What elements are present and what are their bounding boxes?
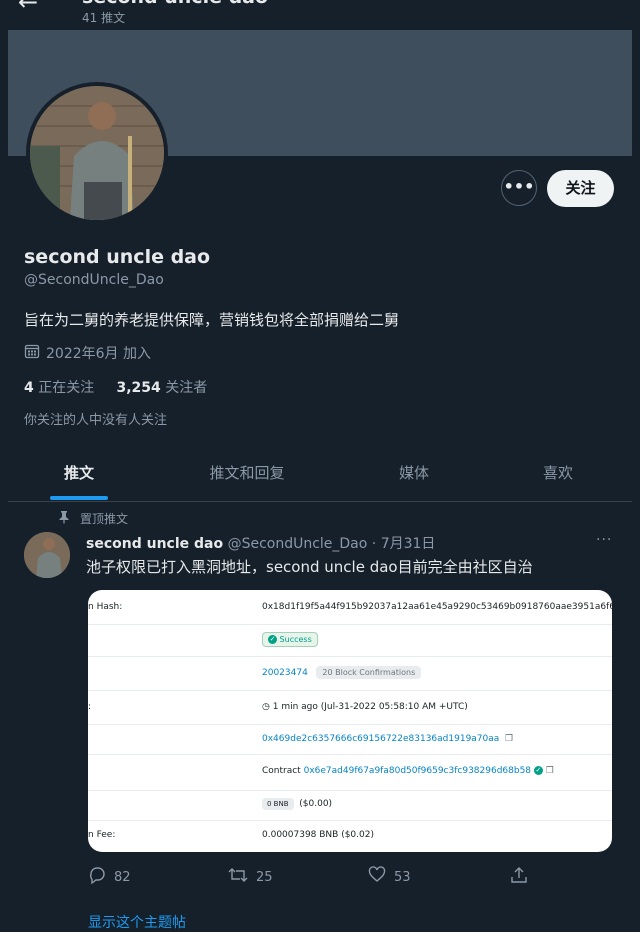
joined-date: 2022年6月 加入 [24,343,151,363]
tab-likes[interactable]: 喜欢 [518,452,598,500]
profile-handle: @SecondUncle_Dao [24,272,164,288]
card-row-fee: n Fee: 0.00007398 BNB ($0.02) [88,830,374,840]
more-options-button[interactable]: ••• [501,170,537,206]
card-row-value: 0 BNB ($0.00) [88,790,612,821]
heart-icon [368,866,386,888]
verified-check-icon: ✓ [533,766,543,775]
status-badge: ✓ Success [262,632,318,647]
contract-address: 0x6e7ad49f67a9fa80d50f9659c3fc938296d68b… [303,766,532,776]
top-bar: ← second uncle dao 41 推文 [0,0,640,30]
pinned-text: 置顶推文 [80,512,129,526]
tweet-more-icon[interactable]: ··· [596,532,612,548]
card-row-contract: Contract 0x6e7ad49f67a9fa80d50f9659c3fc9… [88,754,612,791]
follow-stats: 4 正在关注 3,254 关注者 [24,377,207,397]
like-button[interactable]: 53 [368,866,411,888]
follow-button[interactable]: 关注 [547,170,614,207]
tx-fee: 0.00007398 BNB ($0.02) [262,830,374,840]
profile-display-name: second uncle dao [24,246,211,268]
tabs-divider [8,501,632,502]
contract-prefix: Contract [262,766,301,776]
avatar-photo [30,86,164,220]
reply-button[interactable]: 82 [88,866,131,888]
reply-icon [88,866,106,888]
copy-icon: ❐ [505,734,514,744]
joined-text: 2022年6月 加入 [46,346,151,362]
profile-avatar[interactable] [26,82,168,224]
calendar-icon [24,343,40,363]
tab-tweets[interactable]: 推文 [36,452,122,500]
header-tweet-count: 41 推文 [82,11,126,25]
profile-tabs: 推文 推文和回复 媒体 喜欢 [8,452,632,500]
tx-hash: 0x18d1f19f5a44f915b92037a12aa61e45a9290c… [262,602,612,612]
check-circle-icon: ✓ [268,635,277,644]
card-row-status: ✓ Success [88,624,612,657]
header-title: second uncle dao [82,0,268,8]
following-link[interactable]: 4 正在关注 [24,380,94,396]
from-address: 0x469de2c6357666c69156722e83136ad1919a70… [262,734,500,744]
followers-you-know[interactable]: 你关注的人中没有人关注 [24,409,167,428]
tweet-text: 池子权限已打入黑洞地址，second uncle dao目前完全由社区自治 [86,558,533,576]
back-arrow-icon[interactable]: ← [18,0,38,16]
card-row-from: 0x469de2c6357666c69156722e83136ad1919a70… [88,724,612,755]
share-button[interactable] [510,866,528,888]
tweet-actions: 82 25 53 [88,866,608,890]
copy-icon: ❐ [545,766,554,776]
card-row-block: 20023474 20 Block Confirmations [88,656,612,691]
pinned-label: 置顶推文 [58,510,128,527]
tweet-header: second uncle dao @SecondUncle_Dao · 7月31… [86,533,435,553]
retweet-button[interactable]: 25 [228,866,273,888]
active-tab-indicator [50,496,108,500]
show-thread-link[interactable]: 显示这个主题帖 [88,912,186,932]
followers-link[interactable]: 3,254 关注者 [116,380,207,396]
value-bnb: 0 BNB [262,798,294,810]
share-icon [510,866,528,888]
tweet-avatar[interactable] [24,532,70,578]
pin-icon [58,510,70,527]
card-row-timestamp: : ◷ 1 min ago (Jul-31-2022 05:58:10 AM +… [88,690,612,725]
value-usd: ($0.00) [299,799,333,809]
tweet-author-name[interactable]: second uncle dao [86,536,223,552]
profile-bio: 旨在为二舅的养老提供保障，营销钱包将全部捐赠给二舅 [24,311,400,329]
tweet-image-card[interactable]: n Hash: 0x18d1f19f5a44f915b92037a12aa61e… [88,590,612,852]
tab-media[interactable]: 媒体 [374,452,454,500]
retweet-icon [228,866,248,888]
tab-tweets-replies[interactable]: 推文和回复 [188,452,306,500]
clock-icon: ◷ [262,702,270,712]
confirmations-badge: 20 Block Confirmations [316,666,422,679]
card-row-hash: n Hash: 0x18d1f19f5a44f915b92037a12aa61e… [88,590,612,625]
tweet-date[interactable]: · 7月31日 [372,536,436,552]
tweet-author-handle[interactable]: @SecondUncle_Dao [228,536,368,552]
block-number: 20023474 [262,668,308,678]
timestamp-text: 1 min ago (Jul-31-2022 05:58:10 AM +UTC) [272,702,468,712]
